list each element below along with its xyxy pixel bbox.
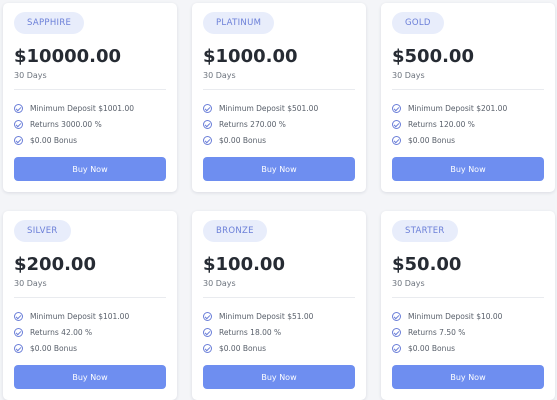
plan-name-badge: PLATINUM xyxy=(203,12,275,34)
feature-list: Minimum Deposit $1001.00 Returns 3000.00… xyxy=(14,100,134,148)
check-circle-icon xyxy=(203,343,212,353)
feature-item: Returns 42.00 % xyxy=(14,324,129,340)
divider xyxy=(14,297,166,298)
plan-name-badge: SAPPHIRE xyxy=(14,12,85,34)
feature-text: Minimum Deposit $1001.00 xyxy=(30,103,134,113)
feature-item: Returns 270.00 % xyxy=(203,116,318,132)
feature-item: Minimum Deposit $201.00 xyxy=(392,100,507,116)
feature-text: Minimum Deposit $10.00 xyxy=(408,311,503,321)
plan-name-badge: GOLD xyxy=(392,12,444,34)
check-circle-icon xyxy=(203,135,212,145)
plan-price: $500.00 xyxy=(392,46,474,67)
divider xyxy=(203,89,355,90)
check-circle-icon xyxy=(14,135,23,145)
feature-list: Minimum Deposit $201.00 Returns 120.00 %… xyxy=(392,100,507,148)
buy-now-button[interactable]: Buy Now xyxy=(14,157,166,181)
plan-card-platinum: PLATINUM $1000.00 30 Days Minimum Deposi… xyxy=(192,3,366,192)
plan-duration: 30 Days xyxy=(14,279,47,288)
buy-now-button[interactable]: Buy Now xyxy=(14,365,166,389)
feature-text: Minimum Deposit $101.00 xyxy=(30,311,130,321)
feature-item: Returns 18.00 % xyxy=(203,324,313,340)
feature-text: $0.00 Bonus xyxy=(219,343,267,353)
check-circle-icon xyxy=(203,119,212,129)
feature-text: $0.00 Bonus xyxy=(408,343,456,353)
plan-duration: 30 Days xyxy=(392,71,425,80)
divider xyxy=(203,297,355,298)
feature-list: Minimum Deposit $51.00 Returns 18.00 % $… xyxy=(203,308,313,356)
divider xyxy=(392,89,544,90)
feature-item: Minimum Deposit $101.00 xyxy=(14,308,129,324)
plan-name-badge: STARTER xyxy=(392,220,458,242)
feature-text: Minimum Deposit $201.00 xyxy=(408,103,508,113)
check-circle-icon xyxy=(392,119,401,129)
feature-item: $0.00 Bonus xyxy=(392,132,507,148)
feature-list: Minimum Deposit $501.00 Returns 270.00 %… xyxy=(203,100,318,148)
feature-text: Minimum Deposit $51.00 xyxy=(219,311,314,321)
feature-text: Returns 270.00 % xyxy=(219,119,286,129)
feature-item: Minimum Deposit $501.00 xyxy=(203,100,318,116)
feature-text: Returns 42.00 % xyxy=(30,327,93,337)
plan-card-silver: SILVER $200.00 30 Days Minimum Deposit $… xyxy=(3,211,177,400)
check-circle-icon xyxy=(14,119,23,129)
buy-now-button[interactable]: Buy Now xyxy=(203,157,355,181)
check-circle-icon xyxy=(203,103,212,113)
feature-item: $0.00 Bonus xyxy=(14,340,129,356)
check-circle-icon xyxy=(14,327,23,337)
feature-text: $0.00 Bonus xyxy=(408,135,456,145)
plan-card-starter: STARTER $50.00 30 Days Minimum Deposit $… xyxy=(381,211,555,400)
plan-price: $10000.00 xyxy=(14,46,122,67)
buy-now-button[interactable]: Buy Now xyxy=(203,365,355,389)
plan-name-badge: BRONZE xyxy=(203,220,267,242)
plan-price: $100.00 xyxy=(203,254,285,275)
plan-card-sapphire: SAPPHIRE $10000.00 30 Days Minimum Depos… xyxy=(3,3,177,192)
plan-card-bronze: BRONZE $100.00 30 Days Minimum Deposit $… xyxy=(192,211,366,400)
feature-list: Minimum Deposit $10.00 Returns 7.50 % $0… xyxy=(392,308,502,356)
feature-text: $0.00 Bonus xyxy=(219,135,267,145)
check-circle-icon xyxy=(392,103,401,113)
plan-price: $50.00 xyxy=(392,254,462,275)
feature-item: $0.00 Bonus xyxy=(203,340,313,356)
check-circle-icon xyxy=(392,343,401,353)
feature-item: Minimum Deposit $51.00 xyxy=(203,308,313,324)
feature-text: Returns 3000.00 % xyxy=(30,119,102,129)
feature-text: Returns 120.00 % xyxy=(408,119,475,129)
feature-text: Minimum Deposit $501.00 xyxy=(219,103,319,113)
feature-item: Returns 3000.00 % xyxy=(14,116,134,132)
divider xyxy=(14,89,166,90)
plan-card-gold: GOLD $500.00 30 Days Minimum Deposit $20… xyxy=(381,3,555,192)
plan-duration: 30 Days xyxy=(392,279,425,288)
feature-item: Returns 7.50 % xyxy=(392,324,502,340)
feature-item: Minimum Deposit $1001.00 xyxy=(14,100,134,116)
plan-price: $200.00 xyxy=(14,254,96,275)
plan-duration: 30 Days xyxy=(203,279,236,288)
check-circle-icon xyxy=(203,311,212,321)
feature-text: $0.00 Bonus xyxy=(30,343,78,353)
plan-name-badge: SILVER xyxy=(14,220,71,242)
check-circle-icon xyxy=(14,103,23,113)
check-circle-icon xyxy=(203,327,212,337)
feature-list: Minimum Deposit $101.00 Returns 42.00 % … xyxy=(14,308,129,356)
feature-item: Returns 120.00 % xyxy=(392,116,507,132)
buy-now-button[interactable]: Buy Now xyxy=(392,157,544,181)
plan-duration: 30 Days xyxy=(14,71,47,80)
feature-text: $0.00 Bonus xyxy=(30,135,78,145)
buy-now-button[interactable]: Buy Now xyxy=(392,365,544,389)
check-circle-icon xyxy=(14,311,23,321)
plan-duration: 30 Days xyxy=(203,71,236,80)
feature-item: $0.00 Bonus xyxy=(203,132,318,148)
check-circle-icon xyxy=(392,311,401,321)
feature-item: $0.00 Bonus xyxy=(14,132,134,148)
plan-price: $1000.00 xyxy=(203,46,298,67)
feature-text: Returns 18.00 % xyxy=(219,327,282,337)
check-circle-icon xyxy=(392,327,401,337)
check-circle-icon xyxy=(392,135,401,145)
divider xyxy=(392,297,544,298)
feature-item: Minimum Deposit $10.00 xyxy=(392,308,502,324)
feature-item: $0.00 Bonus xyxy=(392,340,502,356)
feature-text: Returns 7.50 % xyxy=(408,327,466,337)
check-circle-icon xyxy=(14,343,23,353)
